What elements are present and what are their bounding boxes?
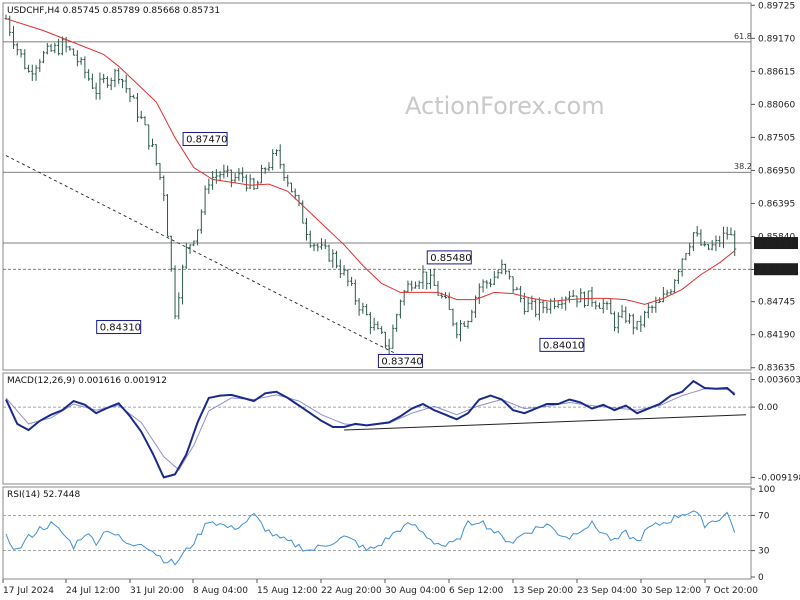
time-tick-label: 8 Aug 04:00 — [193, 586, 248, 596]
price-tick-label: 0.88060 — [758, 100, 795, 110]
time-tick-label: 23 Sep 04:00 — [577, 586, 637, 596]
price-tick-label: 0.84190 — [758, 331, 795, 341]
time-tick-label: 24 Jul 12:00 — [66, 586, 120, 596]
annotation-label: 0.83740 — [381, 356, 422, 367]
annotation-label: 0.87470 — [186, 134, 227, 145]
price-title: USDCHF,H4 0.85745 0.85789 0.85668 0.8573… — [7, 6, 220, 16]
price-tick-label: 0.84745 — [758, 298, 795, 308]
macd-tick-label: 0.00 — [758, 403, 778, 413]
macd-tick-label: -0.009198 — [758, 473, 800, 483]
price-tick-label: 0.88615 — [758, 67, 795, 77]
price-tag-label: 0.85731 — [757, 239, 794, 249]
rsi-title: RSI(14) 52.7448 — [7, 490, 80, 500]
annotation-label: 0.84310 — [100, 323, 141, 334]
time-tick-label: 30 Aug 04:00 — [385, 586, 446, 596]
time-tick-label: 22 Aug 20:00 — [321, 586, 382, 596]
rsi-tick-label: 0 — [758, 573, 764, 583]
macd-title: MACD(12,26,9) 0.001616 0.001912 — [7, 376, 167, 386]
price-panel — [2, 2, 752, 371]
fib-label-61.8: 61.8 — [734, 32, 752, 41]
chart-canvas: ActionForex.com 61.8 38.2 0.87470 0.84310 0.… — [2, 1, 800, 596]
time-tick-label: 7 Oct 20:00 — [705, 586, 758, 596]
price-tick-label: 0.87505 — [758, 133, 795, 143]
fib-label-38.2: 38.2 — [734, 162, 752, 171]
price-tag-label: 0.85290 — [757, 265, 794, 275]
price-tick-label: 0.86950 — [758, 166, 795, 176]
rsi-tick-label: 100 — [758, 485, 775, 495]
time-tick-label: 17 Jul 2024 — [3, 586, 54, 596]
price-tick-label: 0.86395 — [758, 199, 795, 209]
annotation-label: 0.84010 — [543, 340, 584, 351]
price-tick-label: 0.83635 — [758, 364, 795, 374]
rsi-tick-label: 70 — [758, 511, 770, 521]
time-tick-label: 6 Sep 12:00 — [449, 586, 504, 596]
time-tick-label: 15 Aug 12:00 — [257, 586, 318, 596]
chart-window: ActionForex.com 61.8 38.2 0.87470 0.84310 0.… — [0, 0, 800, 600]
price-tick-label: 0.89170 — [758, 34, 795, 44]
time-tick-label: 13 Sep 20:00 — [513, 586, 573, 596]
watermark: ActionForex.com — [405, 92, 605, 120]
time-tick-label: 30 Sep 12:00 — [641, 586, 701, 596]
price-tick-label: 0.89725 — [758, 1, 795, 11]
rsi-panel — [2, 486, 752, 580]
annotation-label: 0.85480 — [430, 253, 471, 264]
macd-tick-label: 0.003603 — [758, 376, 800, 386]
time-tick-label: 31 Jul 20:00 — [130, 586, 184, 596]
rsi-tick-label: 30 — [758, 547, 770, 557]
